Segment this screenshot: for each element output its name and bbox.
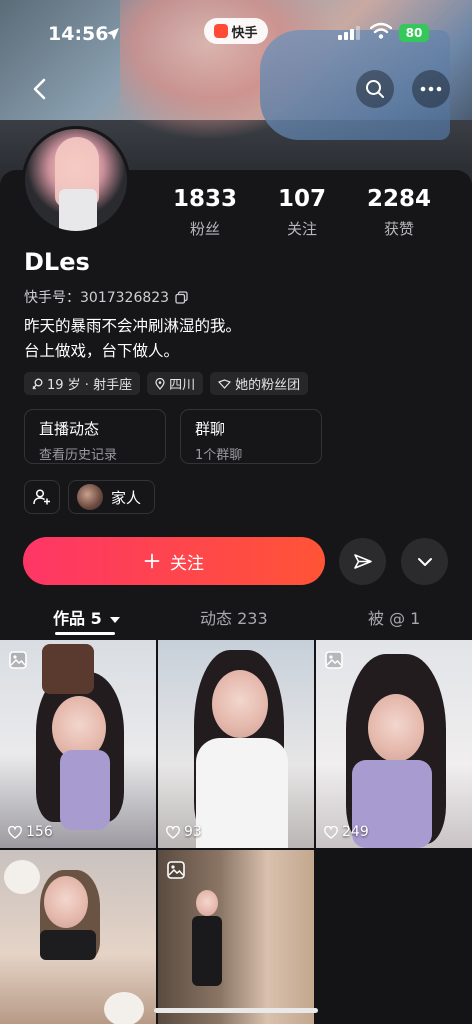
group-chat-card[interactable]: 群聊 1个群聊 [180, 409, 322, 464]
stat-likes[interactable]: 2284 获赞 [359, 186, 439, 239]
image-post-icon [325, 651, 343, 669]
image-post-icon [167, 861, 185, 879]
chevron-down-icon [417, 557, 432, 566]
back-to-app-pill[interactable]: 快手 [204, 18, 268, 44]
bio-line: 昨天的暴雨不会冲刷淋湿的我。 [24, 317, 242, 335]
post-thumbnail[interactable]: 93 [158, 640, 314, 848]
copy-icon[interactable] [175, 290, 188, 304]
add-user-icon [33, 489, 50, 505]
battery-indicator: 80 [399, 24, 429, 42]
chevron-left-icon [33, 78, 46, 100]
bio-line: 台上做戏，台下做人。 [24, 342, 180, 360]
card-title: 群聊 [195, 420, 226, 438]
tab-works[interactable]: 作品 5 [53, 605, 121, 629]
add-family-button[interactable] [24, 480, 60, 514]
card-title: 直播动态 [39, 420, 100, 438]
location-arrow-icon [107, 28, 119, 40]
post-grid: 156 93 249 [0, 640, 472, 1024]
heart-icon [8, 825, 22, 839]
back-button[interactable] [20, 70, 58, 108]
post-likes: 156 [8, 824, 53, 840]
card-subtitle: 查看历史记录 [39, 448, 118, 463]
send-icon [353, 553, 372, 569]
post-thumbnail[interactable]: 249 [316, 640, 472, 848]
post-likes: 93 [166, 824, 202, 840]
live-history-card[interactable]: 直播动态 查看历史记录 [24, 409, 166, 464]
search-icon [366, 80, 384, 98]
post-thumbnail[interactable] [158, 850, 314, 1024]
stat-value: 2284 [366, 186, 431, 212]
share-button[interactable] [339, 538, 386, 585]
fan-club-icon [218, 378, 232, 389]
family-button[interactable]: 家人 [68, 480, 155, 514]
stat-fans[interactable]: 1833 粉丝 [165, 186, 245, 239]
post-thumbnail[interactable]: 156 [0, 640, 156, 848]
heart-icon [166, 825, 180, 839]
signal-icon [338, 26, 360, 40]
home-indicator[interactable] [154, 1008, 318, 1013]
more-button[interactable] [412, 70, 450, 108]
gender-female-icon [32, 378, 43, 389]
app-name: 快手 [231, 25, 258, 41]
kuaishou-logo-icon [214, 24, 229, 38]
stat-value: 107 [277, 186, 326, 212]
search-button[interactable] [356, 70, 394, 108]
kuaishou-id: 快手号：3017326823 [24, 290, 170, 306]
family-label: 家人 [111, 488, 142, 507]
card-subtitle: 1个群聊 [195, 448, 243, 463]
avatar[interactable] [22, 126, 130, 234]
stat-label: 粉丝 [189, 220, 220, 238]
tag-location: 四川 [147, 372, 204, 395]
profile-name: DLes [24, 248, 90, 276]
follow-button[interactable]: 关注 [23, 537, 325, 585]
content-tabs: 作品 5 动态 233 被 @ 1 [0, 596, 472, 638]
expand-button[interactable] [401, 538, 448, 585]
active-tab-indicator [55, 632, 115, 635]
stat-value: 1833 [172, 186, 237, 212]
location-pin-icon [155, 377, 165, 390]
tag-age: 19 岁 · 射手座 [24, 372, 141, 395]
tag-fan-club[interactable]: 她的粉丝团 [210, 372, 309, 395]
kuaishou-id-row[interactable]: 快手号：3017326823 [24, 287, 188, 307]
more-dots-icon [420, 86, 442, 92]
family-avatar [77, 484, 103, 510]
plus-icon [144, 553, 160, 569]
stat-following[interactable]: 107 关注 [262, 186, 342, 239]
caret-down-icon [110, 617, 121, 623]
image-post-icon [9, 651, 27, 669]
stat-label: 获赞 [383, 220, 414, 238]
post-likes: 249 [324, 824, 369, 840]
post-thumbnail[interactable] [0, 850, 156, 1024]
status-bar: 14:56 快手 80 [0, 18, 472, 52]
profile-tags: 19 岁 · 射手座 四川 她的粉丝团 [24, 372, 309, 395]
tab-moments[interactable]: 动态 233 [200, 605, 268, 629]
profile-bio: 昨天的暴雨不会冲刷淋湿的我。 台上做戏，台下做人。 [24, 314, 241, 364]
heart-icon [324, 825, 338, 839]
follow-label: 关注 [170, 553, 204, 574]
tab-mentions[interactable]: 被 @ 1 [368, 605, 420, 629]
wifi-icon [370, 22, 392, 39]
status-time: 14:56 [48, 23, 109, 45]
stat-label: 关注 [286, 220, 317, 238]
